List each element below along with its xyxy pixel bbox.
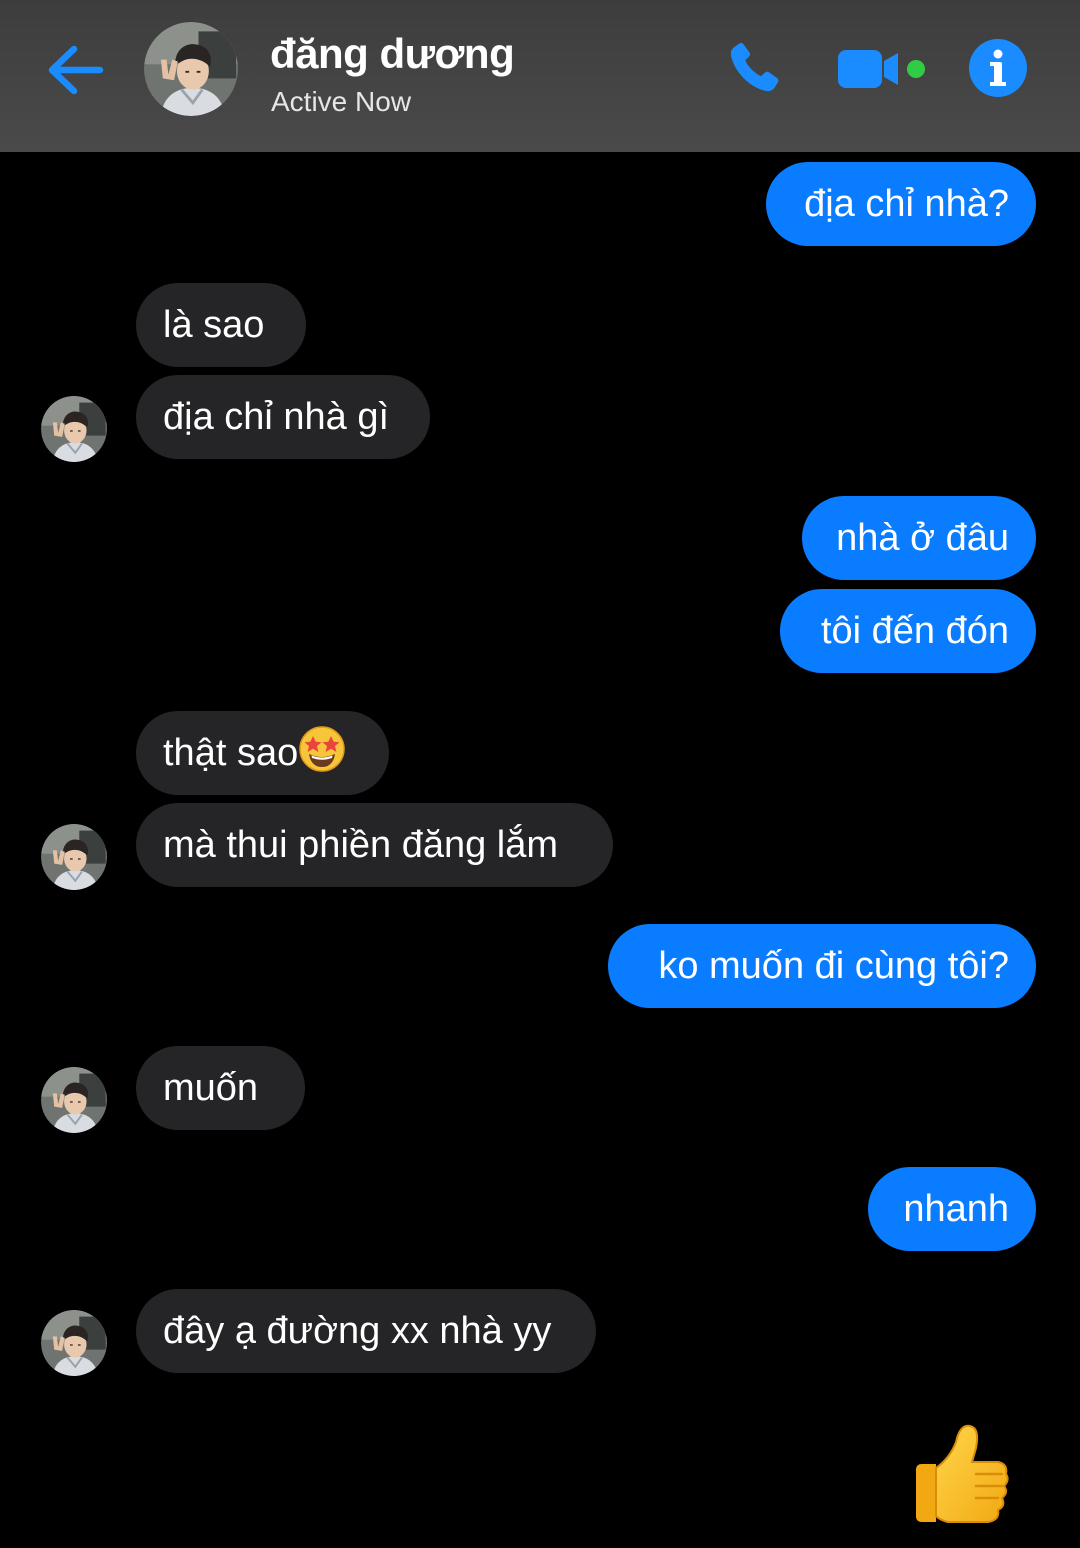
- message-bubble-outgoing[interactable]: địa chỉ nhà?: [766, 162, 1036, 246]
- chat-header: đăng dương Active Now: [0, 0, 1080, 152]
- video-camera-icon: [838, 50, 925, 88]
- message-bubble-outgoing[interactable]: tôi đến đón: [780, 589, 1036, 673]
- contact-avatar[interactable]: [144, 22, 238, 116]
- info-button[interactable]: [968, 38, 1028, 98]
- thumbs-up-message[interactable]: [906, 1418, 1018, 1530]
- message-bubble-incoming[interactable]: thật sao: [136, 711, 389, 795]
- message-text: địa chỉ nhà?: [804, 183, 1009, 225]
- message-bubble-incoming[interactable]: mà thui phiền đăng lắm: [136, 803, 613, 887]
- sender-avatar[interactable]: [41, 396, 107, 462]
- message-bubble-incoming[interactable]: đây ạ đường xx nhà yy: [136, 1289, 596, 1373]
- sender-avatar[interactable]: [41, 1067, 107, 1133]
- back-button[interactable]: [44, 40, 108, 100]
- message-text: thật sao: [163, 732, 299, 774]
- message-text: mà thui phiền đăng lắm: [163, 824, 559, 866]
- message-bubble-outgoing[interactable]: ko muốn đi cùng tôi?: [608, 924, 1036, 1008]
- message-text: ko muốn đi cùng tôi?: [658, 945, 1009, 987]
- avatar-image: [41, 1067, 107, 1133]
- message-bubble-outgoing[interactable]: nhà ở đâu: [802, 496, 1036, 580]
- avatar-image: [41, 396, 107, 462]
- arrow-left-icon: [48, 45, 104, 95]
- call-button[interactable]: [722, 38, 784, 100]
- message-text: là sao: [163, 304, 265, 346]
- message-bubble-incoming[interactable]: muốn: [136, 1046, 305, 1130]
- video-call-button[interactable]: [836, 44, 930, 94]
- avatar-image: [41, 824, 107, 890]
- message-text: đây ạ đường xx nhà yy: [163, 1310, 552, 1352]
- info-icon: [969, 39, 1027, 97]
- message-text: địa chỉ nhà gì: [163, 396, 390, 438]
- message-text: nhà ở đâu: [836, 517, 1009, 559]
- active-dot: [907, 60, 925, 78]
- avatar-image: [41, 1310, 107, 1376]
- contact-name[interactable]: đăng dương: [270, 30, 515, 78]
- message-bubble-incoming[interactable]: địa chỉ nhà gì: [136, 375, 430, 459]
- avatar-image: [144, 22, 238, 116]
- message-text: tôi đến đón: [820, 610, 1009, 652]
- active-status: Active Now: [271, 86, 412, 117]
- thumbs-up-icon: [916, 1424, 1009, 1523]
- sender-avatar[interactable]: [41, 1310, 107, 1376]
- star-struck-emoji-icon: [299, 726, 345, 772]
- message-bubble-outgoing[interactable]: nhanh: [868, 1167, 1036, 1251]
- message-bubble-incoming[interactable]: là sao: [136, 283, 306, 367]
- sender-avatar[interactable]: [41, 824, 107, 890]
- message-text: muốn: [163, 1067, 259, 1109]
- phone-icon: [730, 43, 779, 92]
- message-text: nhanh: [903, 1188, 1009, 1230]
